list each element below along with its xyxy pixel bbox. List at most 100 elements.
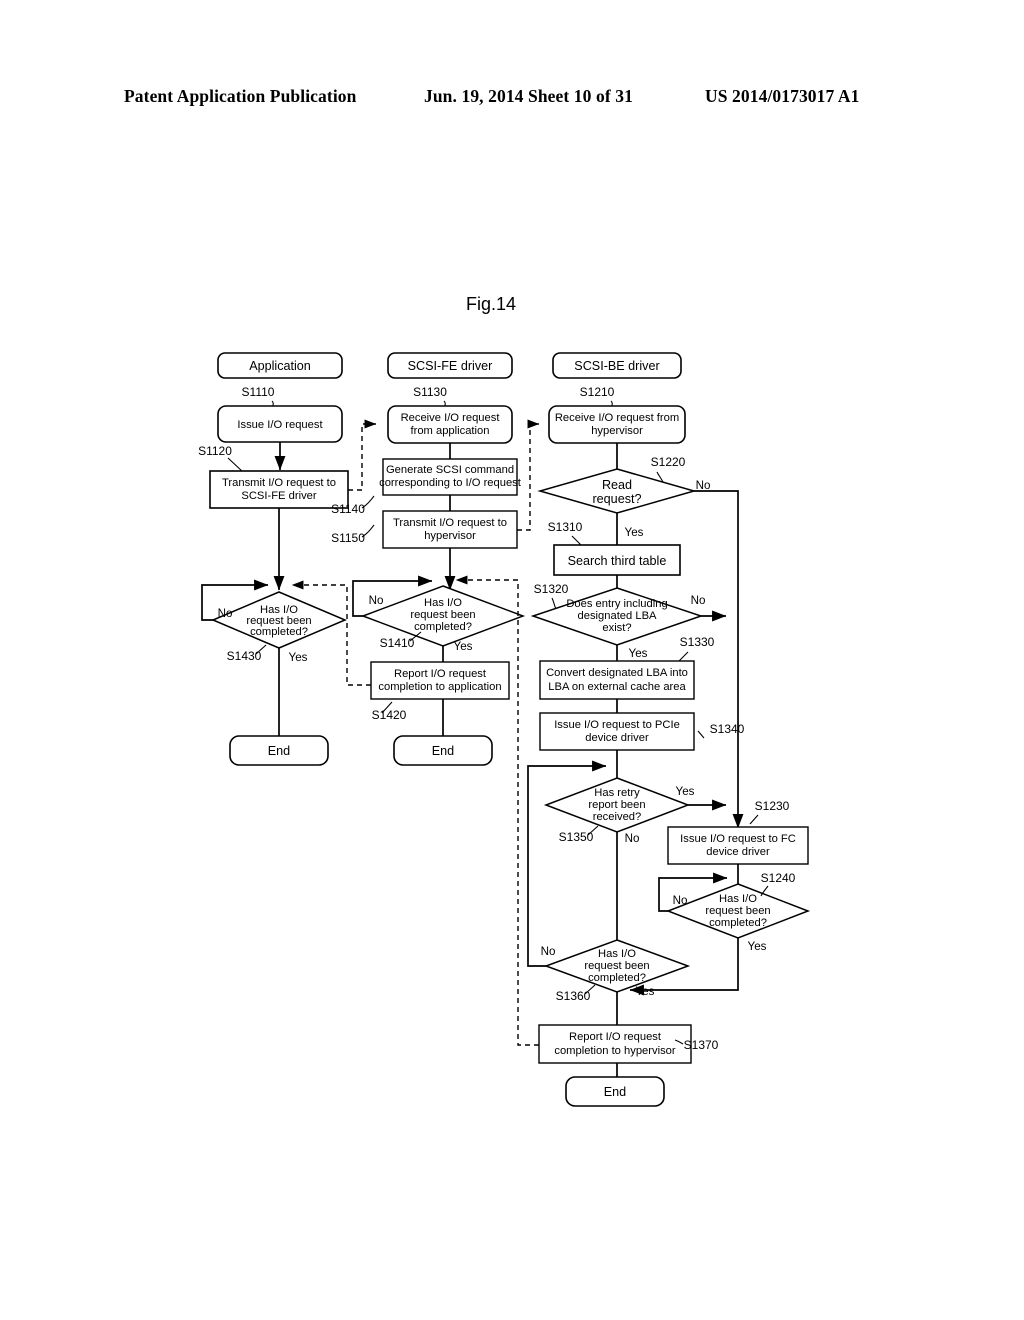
node-s1370-line1: Report I/O request	[569, 1031, 662, 1043]
node-s1120-line2: SCSI-FE driver	[241, 490, 316, 502]
node-s1350: Has retry report been received?	[543, 777, 691, 833]
node-s1410-line2: request been	[410, 609, 475, 621]
step-label-s1340: S1340	[710, 722, 745, 736]
branch-label-s1240-no: No	[673, 894, 688, 907]
step-label-s1120: S1120	[198, 444, 232, 458]
node-s1350-line1: Has retry	[594, 787, 640, 799]
node-s1350-line3: received?	[593, 811, 642, 823]
node-s1320: Does entry including designated LBA exis…	[530, 587, 704, 646]
node-end-left: End	[229, 735, 329, 766]
node-s1130-line1: Receive I/O request	[401, 412, 501, 424]
node-end-right-label: End	[604, 1085, 626, 1099]
node-s1360-line2: request been	[584, 960, 649, 972]
node-s1360-line1: Has I/O	[598, 948, 636, 960]
node-end-mid: End	[393, 735, 493, 766]
node-s1320-line1: Does entry including	[566, 598, 667, 610]
node-s1410-line3: completed?	[414, 621, 472, 633]
node-s1210: Receive I/O request from hypervisor	[548, 405, 686, 444]
branch-label-s1350-yes: Yes	[676, 785, 695, 798]
step-label-s1330: S1330	[680, 635, 715, 649]
lane-title-scsi-be: SCSI-BE driver	[574, 359, 659, 373]
step-label-s1350: S1350	[559, 830, 594, 844]
step-label-s1370: S1370	[684, 1038, 719, 1052]
branch-label-s1350-no: No	[625, 832, 640, 845]
node-s1360: Has I/O request been completed?	[543, 939, 691, 993]
node-s1420-line1: Report I/O request	[394, 668, 487, 680]
node-s1130: Receive I/O request from application	[387, 405, 513, 444]
step-label-s1410: S1410	[380, 636, 415, 650]
branch-label-s1220-no: No	[696, 479, 711, 492]
step-label-s1320: S1320	[534, 582, 569, 596]
node-s1210-line2: hypervisor	[591, 425, 643, 437]
node-s1310-line1: Search third table	[568, 554, 667, 568]
node-s1140-line1: Generate SCSI command	[386, 464, 514, 476]
node-s1240-line3: completed?	[709, 917, 767, 929]
node-s1240: Has I/O request been completed?	[665, 883, 811, 939]
lane-header-application: Application	[217, 352, 343, 379]
branch-label-s1320-no: No	[691, 594, 706, 607]
node-s1120: Transmit I/O request to SCSI-FE driver	[209, 470, 349, 509]
step-label-s1360: S1360	[556, 989, 591, 1003]
node-s1370: Report I/O request completion to hypervi…	[538, 1024, 692, 1064]
node-s1430: Has I/O request been completed?	[211, 591, 347, 649]
step-label-s1140: S1140	[331, 502, 365, 516]
node-s1430-line3: completed?	[250, 626, 308, 638]
node-s1310: Search third table	[553, 544, 681, 576]
lane-title-application: Application	[249, 359, 311, 373]
node-s1330-line1: Convert designated LBA into	[546, 667, 688, 679]
node-s1420-line2: completion to application	[378, 681, 501, 693]
step-label-s1420: S1420	[372, 708, 407, 722]
branch-label-s1410-no: No	[369, 594, 384, 607]
branch-label-s1360-yes: Yes	[636, 985, 655, 998]
step-label-s1110: S1110	[242, 385, 275, 399]
flowchart: Application SCSI-FE driver SCSI-BE drive…	[198, 352, 811, 1107]
node-s1230-line1: Issue I/O request to FC	[680, 833, 796, 845]
branch-label-s1430-yes: Yes	[289, 651, 308, 664]
lane-header-scsi-fe: SCSI-FE driver	[387, 352, 513, 379]
node-s1330-line2: LBA on external cache area	[548, 681, 686, 693]
node-s1420: Report I/O request completion to applica…	[370, 661, 510, 700]
step-label-s1220: S1220	[651, 455, 686, 469]
node-s1140: Generate SCSI command corresponding to I…	[379, 458, 522, 496]
node-s1240-line1: Has I/O	[719, 893, 757, 905]
step-label-s1310: S1310	[548, 520, 583, 534]
node-s1240-line2: request been	[705, 905, 770, 917]
node-s1230-line2: device driver	[706, 846, 770, 858]
branch-label-s1220-yes: Yes	[625, 526, 644, 539]
branch-label-s1240-yes: Yes	[748, 940, 767, 953]
node-s1220: Read request?	[537, 468, 697, 514]
node-s1150-line2: hypervisor	[424, 530, 476, 542]
node-s1340-line1: Issue I/O request to PCIe	[554, 719, 680, 731]
lane-header-scsi-be: SCSI-BE driver	[552, 352, 682, 379]
node-s1110: Issue I/O request	[217, 405, 343, 443]
node-end-left-label: End	[268, 744, 290, 758]
step-label-s1150: S1150	[331, 531, 365, 545]
node-s1220-line1: Read	[602, 478, 632, 492]
node-s1140-line2: corresponding to I/O request	[379, 477, 522, 489]
step-label-s1210: S1210	[580, 385, 615, 399]
step-label-s1130: S1130	[413, 385, 447, 399]
node-end-right: End	[565, 1076, 665, 1107]
step-label-s1230: S1230	[755, 799, 790, 813]
step-label-s1430: S1430	[227, 649, 262, 663]
node-s1110-line1: Issue I/O request	[237, 419, 323, 431]
node-s1230: Issue I/O request to FC device driver	[667, 826, 809, 865]
node-s1210-line1: Receive I/O request from	[555, 412, 679, 424]
branch-label-s1410-yes: Yes	[454, 640, 473, 653]
node-s1220-line2: request?	[592, 492, 641, 506]
node-s1340: Issue I/O request to PCIe device driver	[539, 712, 695, 751]
branch-label-s1320-yes: Yes	[629, 647, 648, 660]
node-s1120-line1: Transmit I/O request to	[222, 477, 336, 489]
branch-label-s1360-no: No	[541, 945, 556, 958]
step-label-s1240: S1240	[761, 871, 796, 885]
node-s1320-line2: designated LBA	[578, 610, 658, 622]
node-s1330: Convert designated LBA into LBA on exter…	[539, 660, 695, 700]
node-s1360-line3: completed?	[588, 972, 646, 984]
node-s1320-line3: exist?	[602, 622, 631, 634]
node-s1150-line1: Transmit I/O request to	[393, 517, 507, 529]
node-end-mid-label: End	[432, 744, 454, 758]
node-s1350-line2: report been	[588, 799, 645, 811]
node-s1340-line2: device driver	[585, 732, 649, 744]
node-s1370-line2: completion to hypervisor	[554, 1045, 676, 1057]
node-s1410-line1: Has I/O	[424, 597, 462, 609]
